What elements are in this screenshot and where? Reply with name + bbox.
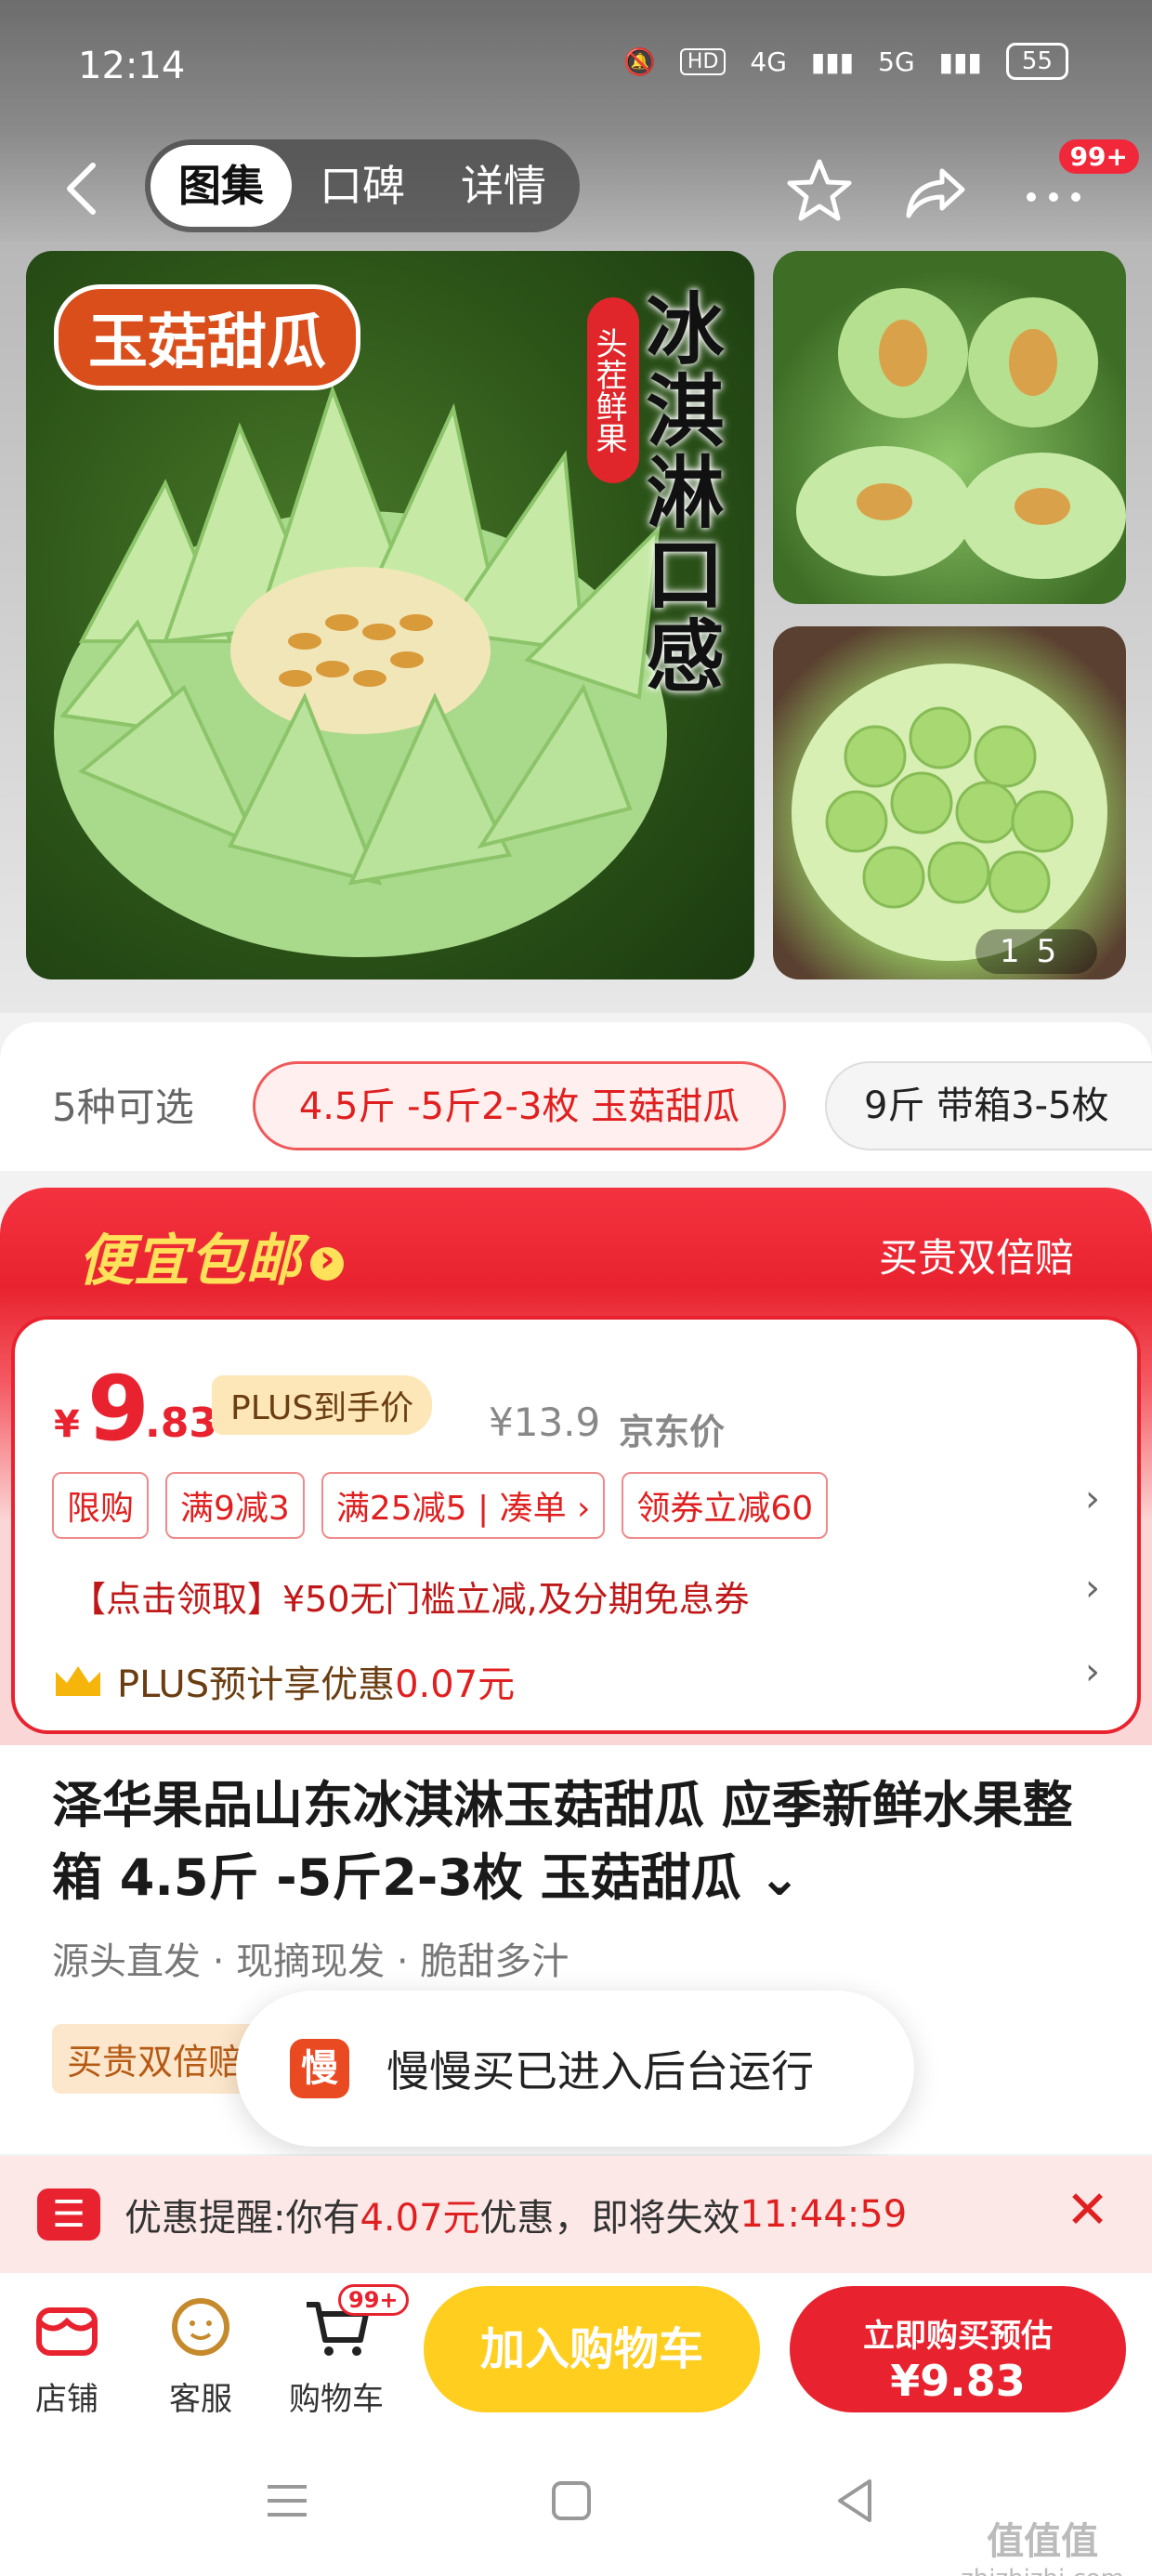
coupon-25-off-5-label: 满25减5: [335, 1490, 467, 1528]
watermark-url: zhizhizhi.com: [961, 2565, 1124, 2576]
service-button[interactable]: 客服: [145, 2290, 256, 2419]
product-title[interactable]: 泽华果品山东冰淇淋玉菇甜瓜 应季新鲜水果整箱 4.5斤 -5斤2-3枚 玉菇甜瓜…: [52, 1769, 1111, 1914]
status-time: 12:14: [78, 45, 186, 87]
tab-reviews[interactable]: 口碑: [292, 145, 433, 227]
page-current: 1: [1000, 933, 1037, 970]
network-5g-icon: 5G: [878, 46, 915, 77]
cart-badge: 99+: [338, 2284, 409, 2316]
page-total: 5: [1036, 933, 1074, 970]
crown-icon: [56, 1666, 100, 1696]
chevron-right-icon: [310, 1238, 344, 1281]
hd-icon: HD: [679, 47, 727, 75]
product-gallery: 玉菇甜瓜 头茬鲜果 冰淇淋口感 15: [0, 242, 1152, 1013]
buy-now-label: 立即购买预估: [863, 2317, 1053, 2355]
thumbnail-1[interactable]: [773, 251, 1126, 604]
price-integer: 9: [87, 1357, 150, 1461]
menu-icon[interactable]: [255, 2468, 320, 2533]
variant-count[interactable]: 5种可选: [52, 1076, 194, 1133]
share-icon[interactable]: [901, 156, 972, 227]
double-compensation-link[interactable]: 买贵双倍赔: [879, 1227, 1074, 1283]
variant-option-selected[interactable]: 4.5斤 -5斤2-3枚 玉菇甜瓜: [253, 1061, 786, 1150]
original-price: ¥13.9: [489, 1400, 601, 1445]
chevron-down-icon: ⌄: [758, 1848, 801, 1907]
background-toast: 慢 慢慢买已进入后台运行: [236, 1991, 914, 2147]
reminder-label: 优惠提醒:: [124, 2197, 286, 2240]
variant-option[interactable]: 9斤 带箱3-5枚: [825, 1061, 1152, 1150]
signal-icon: ▮▮▮: [810, 46, 855, 77]
shop-icon: [36, 2307, 98, 2356]
network-4g-icon: 4G: [750, 46, 787, 77]
promo-card: 便宜包邮 买贵双倍赔 ¥ 9 .83 PLUS到手价 ¥13.9 京东价 限购 …: [0, 1188, 1152, 1745]
signal-icon-2: ▮▮▮: [938, 46, 982, 77]
tab-details[interactable]: 详情: [433, 145, 574, 227]
buy-now-price: ¥9.83: [890, 2355, 1026, 2406]
reminder-amount: 4.07元: [360, 2197, 480, 2240]
thumbnail-2[interactable]: [773, 626, 1126, 979]
chevron-right-icon[interactable]: ›: [1085, 1478, 1100, 1520]
tab-gallery[interactable]: 图集: [151, 145, 292, 227]
coupon-claim-60[interactable]: 领券立减60: [622, 1472, 829, 1539]
melon-thumb-illustration: [796, 288, 1126, 579]
mute-icon: 🔕: [623, 46, 656, 77]
product-name-badge: 玉菇甜瓜: [54, 284, 360, 390]
reminder-icon: ☰: [37, 2188, 100, 2241]
chevron-right-icon[interactable]: ›: [1085, 1567, 1100, 1610]
variant-selector: 5种可选 4.5斤 -5斤2-3枚 玉菇甜瓜 9斤 带箱3-5枚: [0, 1022, 1152, 1171]
bottom-action-bar: 店铺 客服 99+ 购物车 加入购物车 立即购买预估 ¥9.83: [0, 2273, 1152, 2431]
melon-balls-illustration: [792, 664, 1107, 961]
promo-title[interactable]: 便宜包邮: [78, 1216, 344, 1296]
cart-button[interactable]: 99+ 购物车: [281, 2284, 409, 2419]
service-label: 客服: [169, 2381, 232, 2418]
system-nav-bar: 值值值 zhizhizhi.com: [0, 2431, 1152, 2576]
product-features: 源头直发 · 现摘现发 · 脆甜多汁: [52, 1940, 569, 1983]
promo-title-text: 便宜包邮: [78, 1229, 301, 1294]
back-nav-icon[interactable]: [823, 2468, 888, 2533]
feature-tag: 买贵双倍赔: [52, 2024, 259, 2094]
chevron-right-icon[interactable]: ›: [1085, 1650, 1100, 1693]
discount-reminder[interactable]: ☰ 优惠提醒: 你有 4.07元 优惠，即将失效 11:44:59 ✕: [0, 2156, 1152, 2273]
price-panel: ¥ 9 .83 PLUS到手价 ¥13.9 京东价 限购 满9减3 满25减5 …: [11, 1316, 1141, 1734]
status-icons: 🔕 HD 4G ▮▮▮ 5G ▮▮▮ 55: [623, 43, 1068, 80]
battery-icon: 55: [1005, 43, 1068, 80]
cart-label: 购物车: [289, 2381, 384, 2418]
reminder-countdown: 11:44:59: [740, 2193, 908, 2236]
status-bar: 12:14 🔕 HD 4G ▮▮▮ 5G ▮▮▮ 55: [0, 0, 1152, 130]
toast-message: 慢慢买已进入后台运行: [386, 2046, 814, 2096]
back-icon[interactable]: [56, 156, 111, 221]
top-nav: 图集 口碑 详情 99+: [0, 130, 1152, 251]
coupon-add-on-label: 凑单 ›: [499, 1490, 591, 1528]
watermark-logo: 值值值: [987, 2520, 1099, 2563]
price-decimal: .83: [145, 1400, 217, 1447]
coupon-9-off-3[interactable]: 满9减3: [165, 1472, 305, 1539]
menu-badge: 99+: [1058, 139, 1139, 174]
reminder-text-mid: 优惠，即将失效: [479, 2197, 740, 2240]
view-tabs: 图集 口碑 详情: [145, 139, 580, 232]
favorite-star-icon[interactable]: [784, 156, 855, 227]
shop-label: 店铺: [35, 2381, 98, 2418]
add-to-cart-button[interactable]: 加入购物车: [424, 2286, 760, 2412]
buy-now-button[interactable]: 立即购买预估 ¥9.83: [790, 2286, 1126, 2412]
home-icon[interactable]: [539, 2468, 604, 2533]
customer-service-icon: [172, 2298, 229, 2356]
plus-discount-amount: 0.07元: [395, 1663, 516, 1706]
main-product-photo[interactable]: 玉菇甜瓜 头茬鲜果 冰淇淋口感: [26, 251, 754, 979]
photo-slogan: 冰淇淋口感: [634, 288, 725, 697]
shop-button[interactable]: 店铺: [11, 2290, 123, 2419]
plus-discount-text: PLUS预计享优惠0.07元: [117, 1654, 515, 1708]
plus-price-tag: PLUS到手价: [212, 1375, 433, 1435]
close-icon[interactable]: ✕: [1066, 2180, 1109, 2241]
product-title-text: 泽华果品山东冰淇淋玉菇甜瓜 应季新鲜水果整箱 4.5斤 -5斤2-3枚 玉菇甜瓜: [52, 1776, 1073, 1907]
original-price-label: 京东价: [619, 1412, 726, 1452]
gallery-page-indicator: 15: [975, 929, 1098, 974]
plus-discount-prefix: PLUS预计享优惠: [117, 1663, 396, 1706]
claim-coupon-line[interactable]: 【点击领取】¥50无门槛立减,及分期免息券: [71, 1571, 750, 1622]
reminder-text-prefix: 你有: [285, 2197, 360, 2240]
plus-discount-line[interactable]: PLUS预计享优惠0.07元: [52, 1654, 515, 1708]
coupon-limit[interactable]: 限购: [52, 1472, 150, 1539]
price-currency: ¥: [54, 1403, 80, 1446]
coupon-25-off-5[interactable]: 满25减5 | 凑单 ›: [321, 1472, 606, 1539]
coupon-list: 限购 满9减3 满25减5 | 凑单 › 领券立减60: [52, 1472, 829, 1539]
app-icon: 慢: [290, 2039, 349, 2098]
watermark: 值值值 zhizhizhi.com: [961, 2511, 1124, 2576]
